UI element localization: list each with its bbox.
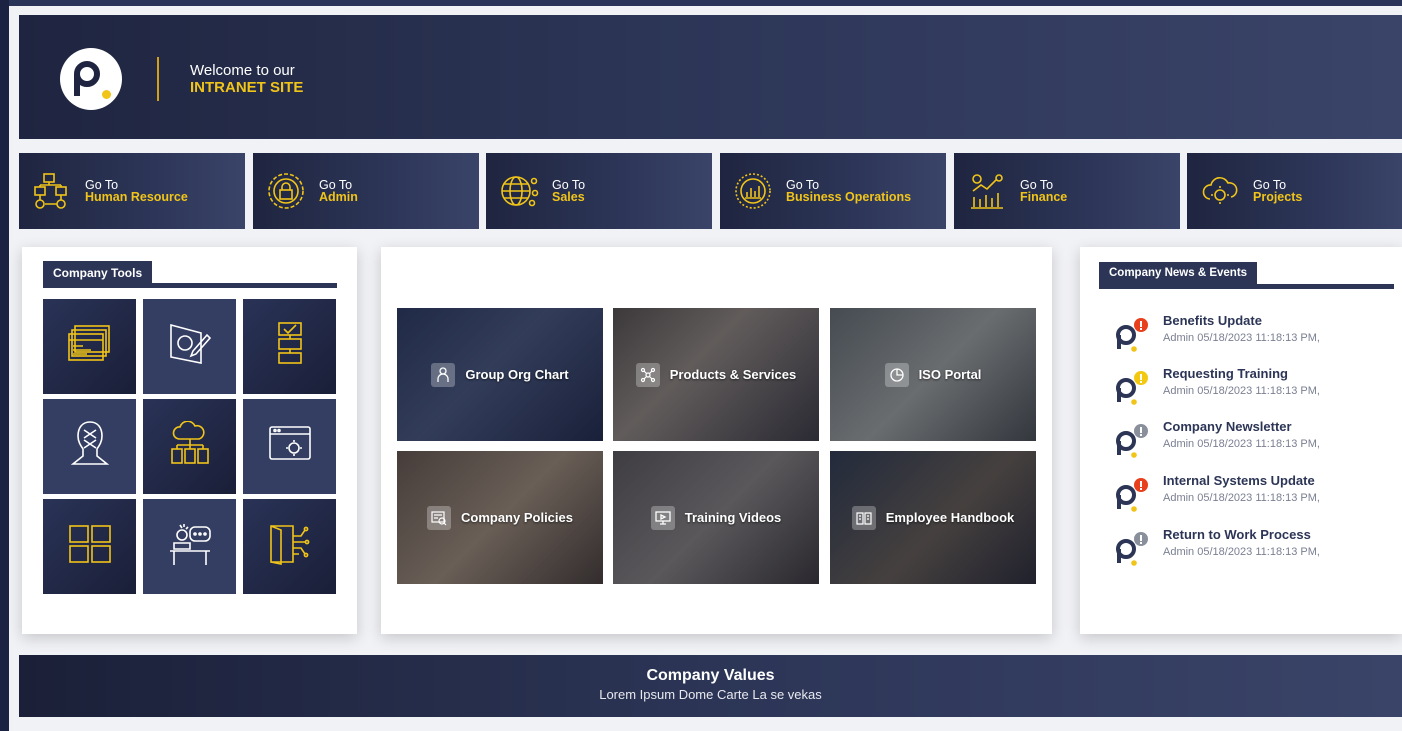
news-title: Requesting Training — [1163, 366, 1288, 381]
news-logo-alert-icon — [1114, 370, 1148, 405]
news-title: Return to Work Process — [1163, 527, 1311, 542]
company-tools-title: Company Tools — [43, 261, 153, 286]
news-item[interactable]: Benefits Update Admin 05/18/2023 11:18:1… — [1114, 313, 1374, 353]
tile-label: Company Policies — [461, 510, 573, 525]
chart-badge-icon — [732, 170, 774, 212]
support-chat-icon — [166, 521, 214, 572]
tool-code-windows[interactable] — [43, 299, 136, 394]
tool-design[interactable] — [143, 299, 236, 394]
department-name: Business Operations — [786, 190, 912, 204]
tech-head-icon — [70, 420, 110, 473]
iso-portal-tile[interactable]: ISO Portal — [830, 308, 1036, 441]
tile-label: Employee Handbook — [885, 510, 1015, 525]
company-tools-card: Company Tools — [22, 247, 357, 634]
goto-admin-button[interactable]: Go To Admin — [253, 153, 479, 229]
department-name: Finance — [1020, 190, 1068, 204]
monitor-icon — [650, 505, 675, 530]
tile-label: Training Videos — [684, 510, 782, 525]
circuit-door-icon — [267, 522, 313, 571]
tile-label: Group Org Chart — [465, 367, 569, 382]
network-nodes-icon — [635, 362, 660, 387]
company-values-subtitle: Lorem Ipsum Dome Carte La se vekas — [599, 687, 822, 702]
windows-logo-icon — [68, 524, 112, 569]
group-org-chart-tile[interactable]: Group Org Chart — [397, 308, 603, 441]
globe-network-icon — [498, 170, 540, 212]
tile-label: ISO Portal — [918, 367, 982, 382]
company-logo[interactable] — [60, 48, 122, 110]
browser-settings-icon — [267, 424, 313, 469]
welcome-line-1: Welcome to our — [190, 62, 295, 79]
news-item[interactable]: Company Newsletter Admin 05/18/2023 11:1… — [1114, 419, 1374, 459]
welcome-text: Welcome to our INTRANET SITE — [190, 62, 303, 96]
cloud-hierarchy-icon — [167, 420, 213, 472]
logo-dot — [102, 90, 111, 99]
goto-projects-button[interactable]: Go To Projects — [1187, 153, 1402, 229]
news-logo-alert-icon — [1114, 423, 1148, 458]
company-news-title: Company News & Events — [1099, 262, 1258, 285]
tool-windows[interactable] — [43, 499, 136, 594]
window-top-edge — [0, 0, 1402, 6]
goto-business-operations-button[interactable]: Go To Business Operations — [720, 153, 946, 229]
department-name: Sales — [552, 190, 585, 204]
news-title: Company Newsletter — [1163, 419, 1292, 434]
tool-support-chat[interactable] — [143, 499, 236, 594]
training-videos-tile[interactable]: Training Videos — [613, 451, 819, 584]
goto-sales-button[interactable]: Go To Sales — [486, 153, 712, 229]
department-name: Human Resource — [85, 190, 188, 204]
employee-handbook-tile[interactable]: Employee Handbook — [830, 451, 1036, 584]
news-meta: Admin 05/18/2023 11:18:13 PM, — [1163, 332, 1320, 344]
org-person-icon — [431, 362, 456, 387]
company-values-banner: Company Values Lorem Ipsum Dome Carte La… — [19, 655, 1402, 717]
lock-gear-icon — [265, 170, 307, 212]
tool-tech-head[interactable] — [43, 399, 136, 494]
department-name: Projects — [1253, 190, 1303, 204]
news-meta: Admin 05/18/2023 11:18:13 PM, — [1163, 385, 1320, 397]
pie-chart-icon — [884, 362, 909, 387]
tool-browser-settings[interactable] — [243, 399, 336, 494]
design-tool-icon — [167, 321, 213, 372]
finance-bars-icon — [966, 170, 1008, 212]
goto-human-resource-button[interactable]: Go To Human Resource — [19, 153, 245, 229]
news-title: Benefits Update — [1163, 313, 1262, 328]
goto-finance-button[interactable]: Go To Finance — [954, 153, 1180, 229]
news-item[interactable]: Requesting Training Admin 05/18/2023 11:… — [1114, 366, 1374, 406]
tool-checklist[interactable] — [243, 299, 336, 394]
company-values-title: Company Values — [646, 667, 775, 684]
checklist-flow-icon — [275, 321, 305, 372]
tool-cloud-hierarchy[interactable] — [143, 399, 236, 494]
news-logo-alert-icon — [1114, 531, 1148, 566]
document-search-icon — [427, 505, 451, 530]
tile-label: Products & Services — [669, 367, 797, 382]
news-logo-alert-icon — [1114, 477, 1148, 512]
logo-stem — [74, 74, 80, 96]
products-services-tile[interactable]: Products & Services — [613, 308, 819, 441]
resources-card: Group Org Chart Products & Services ISO … — [381, 247, 1052, 634]
welcome-line-2: INTRANET SITE — [190, 79, 304, 96]
department-name: Admin — [319, 190, 358, 204]
news-item[interactable]: Return to Work Process Admin 05/18/2023 … — [1114, 527, 1374, 567]
news-title: Internal Systems Update — [1163, 473, 1315, 488]
news-logo-alert-icon — [1114, 317, 1148, 352]
site-header: Welcome to our INTRANET SITE — [19, 15, 1402, 139]
company-news-card: Company News & Events Benefits Update Ad… — [1080, 247, 1402, 634]
code-windows-icon — [67, 324, 113, 369]
tool-circuit-door[interactable] — [243, 499, 336, 594]
header-divider — [157, 57, 159, 101]
window-left-edge — [0, 0, 9, 731]
news-meta: Admin 05/18/2023 11:18:13 PM, — [1163, 546, 1320, 558]
company-policies-tile[interactable]: Company Policies — [397, 451, 603, 584]
news-meta: Admin 05/18/2023 11:18:13 PM, — [1163, 438, 1320, 450]
news-meta: Admin 05/18/2023 11:18:13 PM, — [1163, 492, 1320, 504]
flowchart-icon — [31, 170, 73, 212]
cloud-projects-icon — [1199, 170, 1241, 212]
news-item[interactable]: Internal Systems Update Admin 05/18/2023… — [1114, 473, 1374, 513]
open-book-icon — [851, 505, 876, 530]
